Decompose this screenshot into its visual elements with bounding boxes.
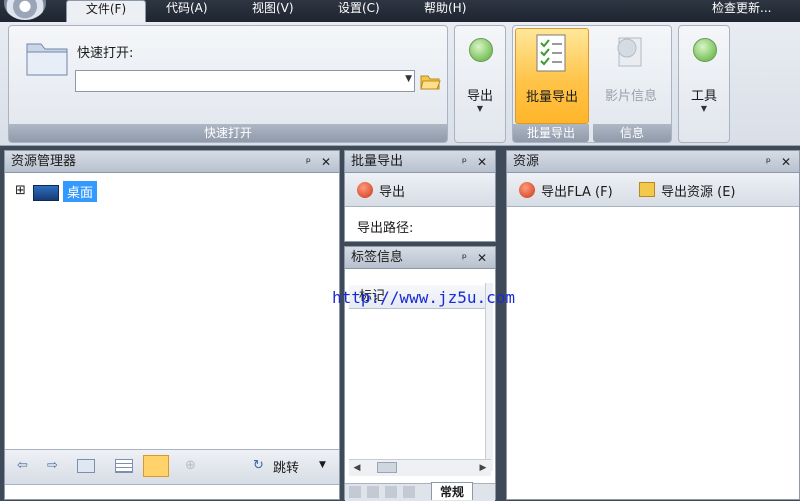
batch-export-action[interactable]: 导出 (379, 181, 405, 200)
menu-settings[interactable]: 设置(C) (338, 0, 380, 22)
list-view-icon[interactable] (115, 459, 133, 473)
pin-icon[interactable]: ᵖ (306, 155, 311, 169)
goto-dropdown-icon[interactable]: ▼ (319, 460, 326, 470)
scroll-right-icon[interactable]: ▶ (475, 460, 491, 476)
tab-last-icon[interactable] (403, 486, 415, 498)
menu-file[interactable]: 文件(F) (66, 0, 146, 23)
folder-icon (26, 43, 68, 76)
quick-open-label: 快速打开: (77, 46, 134, 61)
export-resources-icon (639, 182, 655, 197)
back-arrow-icon[interactable]: ⇦ (17, 458, 28, 473)
menu-view[interactable]: 视图(V) (252, 0, 294, 22)
pin-icon[interactable]: ᵖ (462, 251, 467, 265)
group-quick-open-label: 快速打开 (9, 124, 447, 142)
menu-bar: 文件(F) 代码(A) 视图(V) 设置(C) 帮助(H) 检查更新... (0, 0, 800, 23)
tag-vertical-scrollbar[interactable] (485, 283, 493, 471)
group-quick-open: 快速打开: ▼ 快速打开 (8, 25, 448, 143)
tools-button-label: 工具 (690, 89, 717, 104)
resources-toolbar: 导出FLA (F) 导出资源 (E) (507, 173, 799, 207)
refresh-icon[interactable]: ⊕ (185, 458, 196, 473)
group-batch-info: 批量导出 影片信息 批量导出 信息 (512, 25, 672, 143)
close-icon[interactable]: ✕ (781, 155, 791, 169)
tab-general[interactable]: 常规 (431, 482, 474, 500)
movie-info-icon (617, 37, 642, 67)
app-logo-icon[interactable] (4, 0, 46, 20)
export-path-label: 导出路径: (357, 221, 414, 236)
checklist-icon (536, 34, 566, 72)
batch-export-toolbar: 导出 (345, 173, 495, 207)
goto-label[interactable]: 跳转 (273, 457, 299, 476)
tab-prev-icon[interactable] (367, 486, 379, 498)
export-resources-button[interactable]: 导出资源 (E) (661, 181, 736, 200)
group-tools: 工具 ▼ (678, 25, 730, 143)
explorer-toolbar: ⇦ ⇨ ⊕ ↻ 跳转 ▼ (5, 449, 339, 485)
export-fla-icon (519, 182, 535, 198)
forward-arrow-icon[interactable]: ⇨ (47, 458, 58, 473)
quick-open-input[interactable]: ▼ (75, 70, 415, 92)
export-fla-button[interactable]: 导出FLA (F) (541, 181, 613, 200)
export-dropdown-icon: ▼ (476, 104, 484, 113)
dropdown-arrow-icon[interactable]: ▼ (405, 74, 412, 84)
open-folder-icon[interactable] (419, 70, 441, 92)
tools-dropdown-icon: ▼ (700, 104, 708, 113)
explorer-title: 资源管理器 (5, 151, 339, 173)
close-icon[interactable]: ✕ (321, 155, 331, 169)
resources-panel: 资源 ᵖ ✕ 导出FLA (F) 导出资源 (E) (506, 150, 800, 500)
ribbon: 快速打开: ▼ 快速打开 导出 ▼ 批量导出 影片信息 批量导出 信息 工具 ▼ (0, 22, 800, 146)
tab-next-icon[interactable] (385, 486, 397, 498)
tag-info-title: 标签信息 (345, 247, 495, 269)
pin-icon[interactable]: ᵖ (766, 155, 771, 169)
tag-tab-strip: 常规 (345, 482, 495, 501)
scroll-thumb[interactable] (377, 462, 397, 473)
movie-info-label: 影片信息 (604, 89, 657, 104)
tree-expander-icon[interactable]: ⊞ (15, 183, 26, 198)
batch-export-title: 批量导出 (345, 151, 495, 173)
menu-help[interactable]: 帮助(H) (424, 0, 466, 22)
batch-export-button[interactable]: 批量导出 (515, 28, 589, 124)
export-red-icon (357, 182, 373, 198)
group-info-label: 信息 (593, 124, 671, 142)
resources-title: 资源 (507, 151, 799, 173)
group-batch-export-label: 批量导出 (513, 124, 589, 142)
check-update-link[interactable]: 检查更新... (712, 0, 771, 22)
menu-code[interactable]: 代码(A) (166, 0, 208, 22)
export-button-label: 导出 (466, 89, 493, 104)
explorer-panel: 资源管理器 ᵖ ✕ ⊞ 桌面 ⇦ ⇨ ⊕ ↻ 跳转 ▼ (4, 150, 340, 500)
tab-first-icon[interactable] (349, 486, 361, 498)
watermark-text: http://www.jz5u.com (332, 288, 516, 307)
group-export: 导出 ▼ (454, 25, 506, 143)
batch-export-label: 批量导出 (525, 90, 578, 105)
tag-info-panel: 标签信息 ᵖ ✕ 标记 ◀ ▶ 常规 (344, 246, 496, 501)
export-icon (469, 38, 493, 62)
close-icon[interactable]: ✕ (477, 251, 487, 265)
tools-icon (693, 38, 717, 62)
tools-button[interactable]: 工具 ▼ (679, 28, 729, 122)
tree-item-desktop[interactable]: 桌面 (63, 181, 98, 202)
up-folder-icon[interactable] (77, 459, 95, 473)
goto-icon: ↻ (253, 458, 264, 473)
detail-view-icon[interactable] (143, 455, 169, 477)
scroll-left-icon[interactable]: ◀ (349, 460, 365, 476)
export-button[interactable]: 导出 ▼ (455, 28, 505, 122)
movie-info-button[interactable]: 影片信息 (593, 28, 669, 122)
batch-export-panel: 批量导出 ᵖ ✕ 导出 导出路径: (344, 150, 496, 242)
tag-horizontal-scrollbar[interactable]: ◀ ▶ (349, 459, 491, 476)
close-icon[interactable]: ✕ (477, 155, 487, 169)
pin-icon[interactable]: ᵖ (462, 155, 467, 169)
desktop-icon (33, 185, 59, 201)
